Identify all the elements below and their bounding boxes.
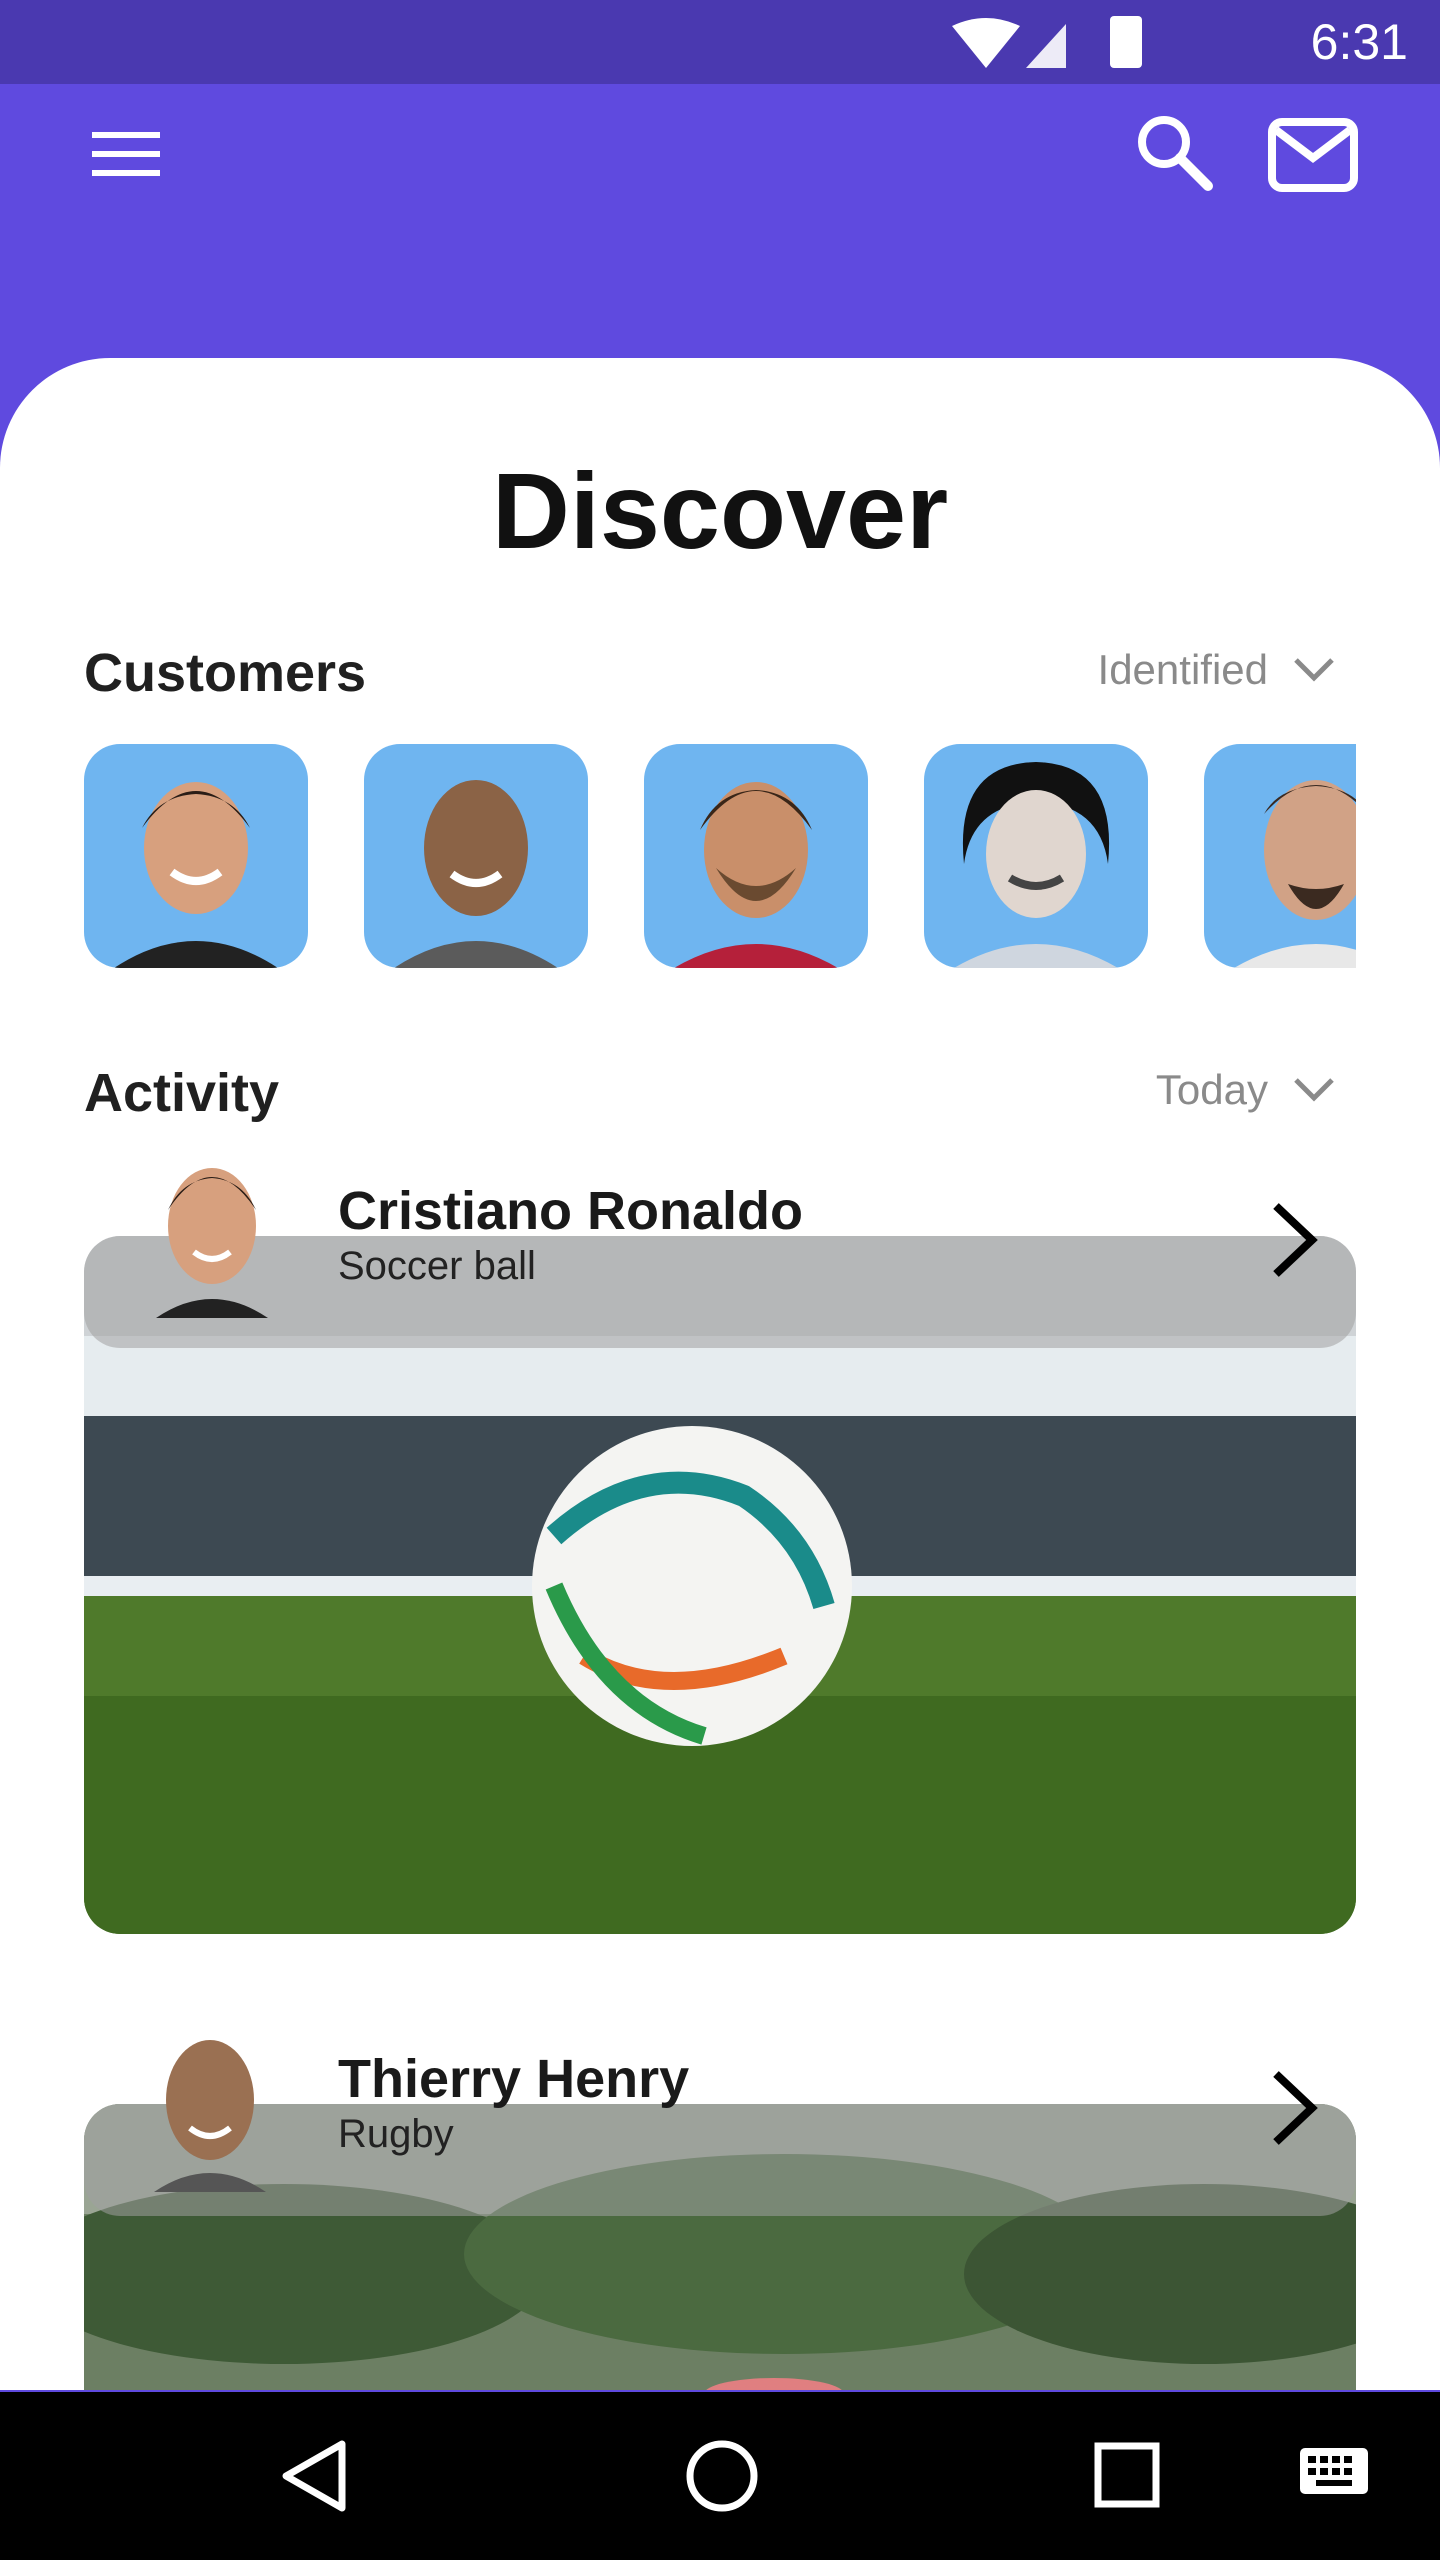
person-icon (954, 762, 1118, 968)
customer-avatar[interactable] (924, 744, 1148, 968)
activity-name: Cristiano Ronaldo (338, 1181, 804, 1241)
customer-avatar[interactable] (84, 744, 308, 968)
activity-title: Activity (84, 1063, 280, 1123)
customers-title: Customers (84, 643, 367, 703)
profile-photo (154, 2040, 266, 2192)
content-sheet: Discover Customers Identified Activity T… (0, 358, 1440, 2390)
person-icon (114, 782, 278, 968)
chevron-down-icon (1294, 658, 1334, 682)
system-nav-bar (0, 2392, 1440, 2560)
customer-avatar[interactable] (364, 744, 588, 968)
recent-apps-icon[interactable] (1092, 2440, 1162, 2510)
activity-name: Thierry Henry (338, 2049, 690, 2109)
back-icon[interactable] (280, 2438, 350, 2514)
status-bar: 6:31 (0, 0, 1440, 84)
person-icon (394, 780, 558, 968)
search-icon[interactable] (1134, 112, 1214, 192)
activity-filter-label: Today (1155, 1066, 1268, 1113)
signal-icon (1026, 24, 1066, 68)
status-time: 6:31 (1310, 14, 1408, 70)
profile-photo (156, 1168, 268, 1318)
person-icon (1234, 780, 1356, 968)
customers-filter-label: Identified (1097, 646, 1268, 693)
chevron-down-icon (1294, 1078, 1334, 1102)
person-icon (674, 782, 838, 968)
activity-card-header (84, 2104, 1356, 2216)
activity-subtitle: Soccer ball (338, 1244, 536, 1288)
customer-avatars (84, 744, 1356, 974)
customers-filter[interactable]: Identified (1098, 646, 1336, 694)
activity-card-header (84, 1236, 1356, 1348)
mail-icon[interactable] (1268, 118, 1358, 192)
status-icons (952, 16, 1142, 68)
app-bar (0, 84, 1440, 360)
wifi-icon (952, 18, 1020, 68)
card-header-bar (84, 2104, 1356, 2216)
chevron-right-icon[interactable] (1266, 2068, 1322, 2148)
home-icon[interactable] (682, 2436, 762, 2516)
keyboard-icon[interactable] (1298, 2446, 1370, 2502)
card-header-bar (84, 1236, 1356, 1348)
customer-avatar[interactable] (1204, 744, 1356, 968)
activity-subtitle: Rugby (338, 2112, 454, 2156)
chevron-right-icon[interactable] (1266, 1200, 1322, 1280)
menu-icon[interactable] (92, 126, 160, 182)
page-title: Discover (491, 450, 949, 571)
battery-icon (1110, 16, 1142, 68)
customer-avatar[interactable] (644, 744, 868, 968)
activity-filter[interactable]: Today (1156, 1066, 1336, 1114)
